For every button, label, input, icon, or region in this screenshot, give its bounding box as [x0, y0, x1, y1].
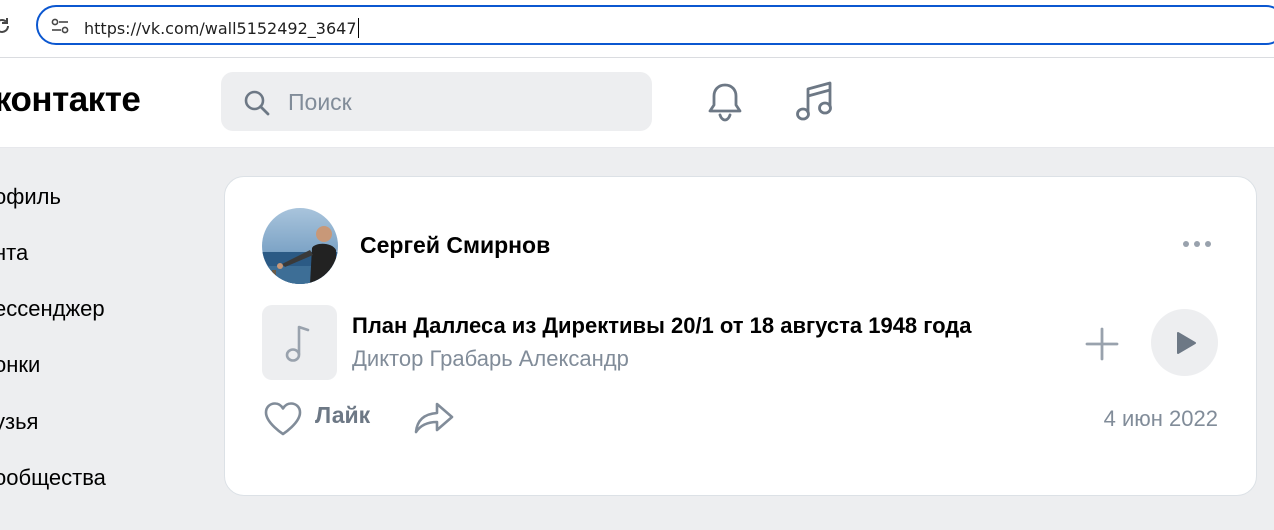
address-bar[interactable]: https://vk.com/wall5152492_3647 [36, 5, 1274, 45]
site-info-icon[interactable] [51, 18, 69, 34]
bell-icon[interactable] [705, 80, 745, 124]
more-icon[interactable] [1181, 236, 1213, 252]
like-label: Лайк [315, 402, 371, 428]
url-text[interactable]: https://vk.com/wall5152492_3647 [84, 18, 359, 38]
sidebar-item-friends[interactable]: узья [0, 409, 38, 435]
site-header: контакте Поиск [0, 58, 1274, 148]
play-icon [1177, 332, 1196, 354]
sidebar-item-calls[interactable]: онки [0, 352, 40, 378]
reload-icon[interactable] [0, 16, 12, 36]
add-icon[interactable] [1085, 327, 1119, 361]
music-note-icon[interactable] [794, 78, 836, 124]
sidebar-item-communities[interactable]: ообщества [0, 465, 106, 491]
browser-toolbar: https://vk.com/wall5152492_3647 [0, 0, 1274, 58]
heart-icon [264, 402, 302, 436]
sidebar-item-messenger[interactable]: ессенджер [0, 296, 105, 322]
music-note-icon [285, 325, 310, 362]
sidebar-item-feed[interactable]: нта [0, 240, 28, 266]
post-date[interactable]: 4 июн 2022 [1104, 406, 1218, 432]
audio-cover[interactable] [262, 305, 337, 380]
avatar[interactable] [262, 208, 338, 284]
search-icon [244, 90, 270, 116]
avatar-photo [262, 208, 338, 284]
play-button[interactable] [1151, 309, 1218, 376]
search-input[interactable]: Поиск [221, 72, 652, 131]
audio-track-artist[interactable]: Диктор Грабарь Александр [352, 346, 629, 372]
wall-post: Сергей Смирнов План Даллеса из Директивы… [224, 176, 1257, 496]
post-author-name[interactable]: Сергей Смирнов [360, 232, 550, 259]
search-placeholder: Поиск [288, 89, 352, 115]
text-caret [357, 18, 359, 38]
sidebar-item-profile[interactable]: офиль [0, 184, 61, 210]
site-logo[interactable]: контакте [0, 80, 141, 120]
share-icon[interactable] [413, 401, 455, 435]
audio-track-title[interactable]: План Даллеса из Директивы 20/1 от 18 авг… [352, 313, 1052, 339]
